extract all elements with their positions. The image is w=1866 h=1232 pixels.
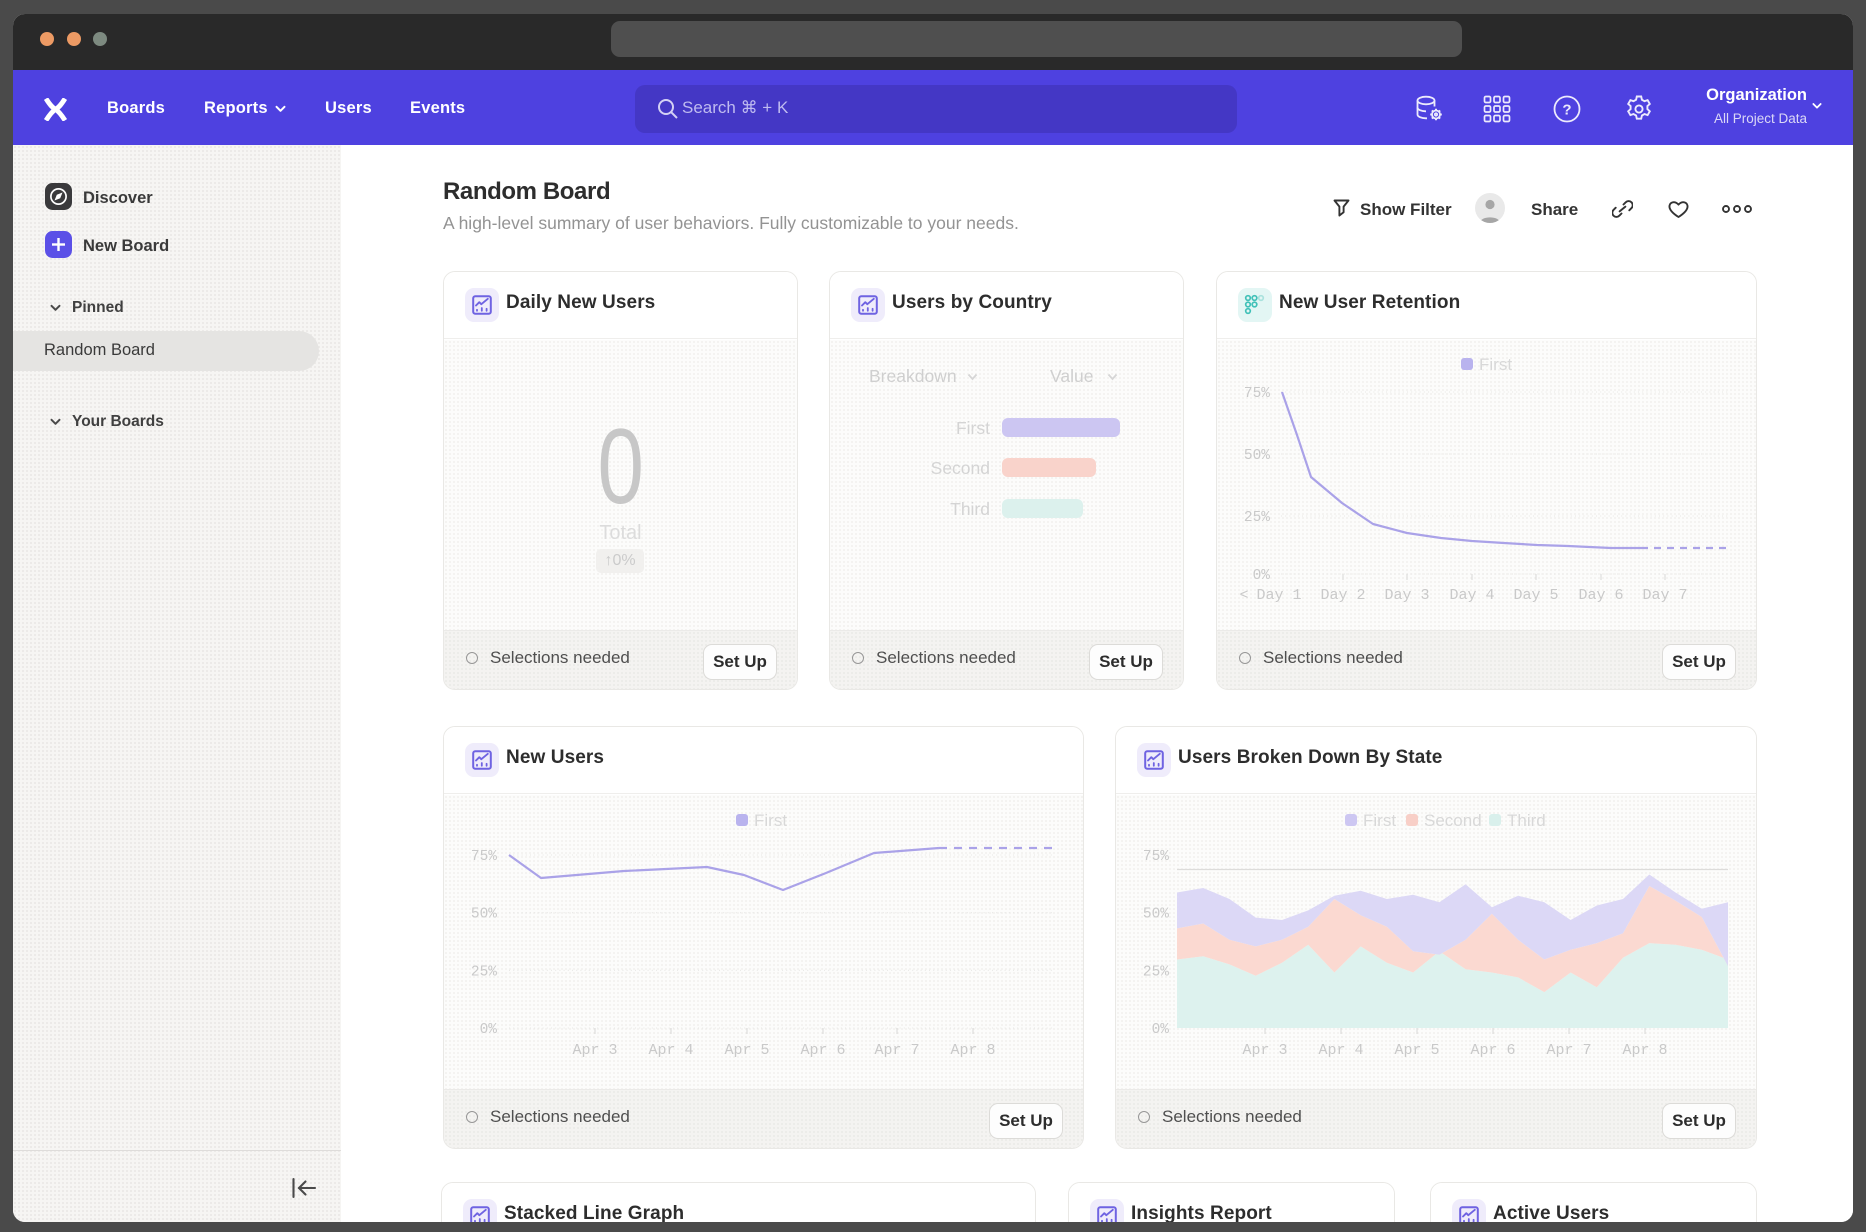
svg-text:First: First [1363, 811, 1396, 830]
svg-text:0%: 0% [480, 1022, 498, 1038]
svg-text:Day 3: Day 3 [1384, 587, 1429, 604]
svg-text:75%: 75% [471, 849, 497, 865]
svg-text:0%: 0% [1253, 568, 1271, 584]
svg-text:Day 2: Day 2 [1320, 587, 1365, 604]
svg-text:Day 7: Day 7 [1642, 587, 1687, 604]
svg-text:Apr 5: Apr 5 [1394, 1042, 1439, 1059]
svg-text:50%: 50% [1143, 907, 1169, 923]
svg-text:Apr 4: Apr 4 [648, 1042, 693, 1059]
svg-text:?: ? [1562, 102, 1571, 119]
svg-text:25%: 25% [471, 964, 497, 980]
svg-text:25%: 25% [1143, 964, 1169, 980]
svg-text:50%: 50% [1244, 448, 1270, 464]
svg-text:Apr 3: Apr 3 [1242, 1042, 1287, 1059]
svg-text:Apr 8: Apr 8 [950, 1042, 995, 1059]
svg-text:Apr 3: Apr 3 [572, 1042, 617, 1059]
svg-text:Day 5: Day 5 [1513, 587, 1558, 604]
svg-text:Apr 8: Apr 8 [1622, 1042, 1667, 1059]
svg-text:First: First [1479, 355, 1512, 374]
svg-text:Apr 6: Apr 6 [1470, 1042, 1515, 1059]
svg-text:<: < [1239, 587, 1248, 604]
svg-text:50%: 50% [471, 907, 497, 923]
svg-text:Apr 6: Apr 6 [800, 1042, 845, 1059]
svg-text:0%: 0% [1152, 1022, 1170, 1038]
svg-text:Day 6: Day 6 [1578, 587, 1623, 604]
svg-text:Apr 5: Apr 5 [724, 1042, 769, 1059]
svg-text:Second: Second [1424, 811, 1482, 830]
svg-text:75%: 75% [1244, 386, 1270, 402]
svg-text:Apr 4: Apr 4 [1318, 1042, 1363, 1059]
svg-text:75%: 75% [1143, 849, 1169, 865]
svg-text:Day 4: Day 4 [1449, 587, 1494, 604]
svg-text:25%: 25% [1244, 510, 1270, 526]
svg-text:Third: Third [1507, 811, 1546, 830]
svg-text:Apr 7: Apr 7 [1546, 1042, 1591, 1059]
svg-text:Apr 7: Apr 7 [874, 1042, 919, 1059]
svg-text:First: First [754, 811, 787, 830]
svg-text:Day 1: Day 1 [1256, 587, 1301, 604]
